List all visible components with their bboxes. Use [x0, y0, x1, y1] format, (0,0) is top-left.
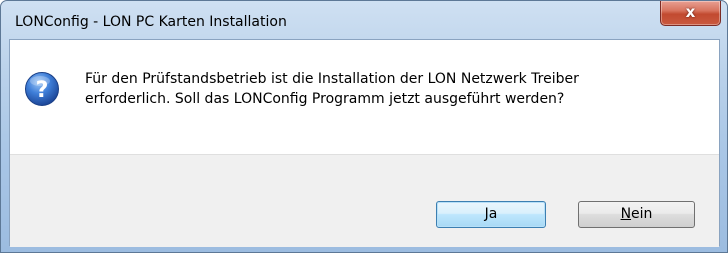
no-button-label-rest: ein — [631, 206, 653, 222]
message-line-1: Für den Prüfstandsbetrieb ist die Instal… — [85, 71, 579, 87]
dialog-message: Für den Prüfstandsbetrieb ist die Instal… — [85, 69, 705, 109]
title-bar[interactable]: LONConfig - LON PC Karten Installation x — [1, 1, 727, 39]
dialog-body: ? Für den Prüfstandsbetrieb ist die Inst… — [9, 39, 720, 247]
yes-button[interactable]: Ja — [436, 201, 546, 228]
close-button[interactable]: x — [660, 1, 721, 26]
no-button[interactable]: Nein — [578, 201, 695, 228]
question-icon: ? — [25, 72, 59, 106]
message-area: ? Für den Prüfstandsbetrieb ist die Inst… — [10, 40, 719, 154]
svg-text:?: ? — [36, 78, 49, 103]
message-line-2: erforderlich. Soll das LONConfig Program… — [85, 91, 565, 107]
close-icon: x — [685, 3, 696, 21]
dialog-window: LONConfig - LON PC Karten Installation x… — [0, 0, 728, 253]
no-button-accelerator: N — [620, 206, 632, 222]
button-bar: Ja Nein — [10, 154, 719, 247]
window-title: LONConfig - LON PC Karten Installation — [15, 14, 287, 30]
